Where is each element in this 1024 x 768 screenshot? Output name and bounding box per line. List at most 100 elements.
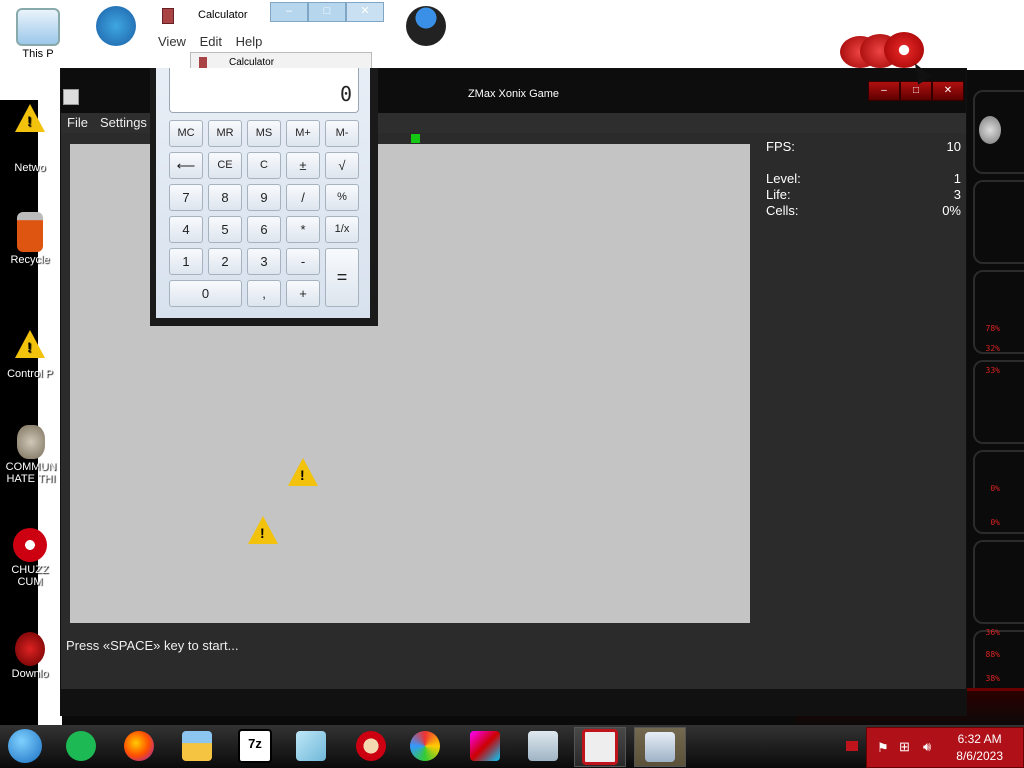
key-6[interactable]: 6 xyxy=(247,216,281,243)
game-bottom-bar xyxy=(61,689,966,715)
desktop-icon-recycle-bin[interactable]: Recycle xyxy=(0,212,60,266)
display-value: 0 xyxy=(339,82,352,106)
taskbar-7zip[interactable]: 7z xyxy=(230,727,280,765)
start-button[interactable] xyxy=(8,729,42,763)
desktop-icon-label: Downlo xyxy=(11,668,49,680)
desktop-icon-network[interactable]: ! Netwo xyxy=(0,104,60,174)
menu-edit[interactable]: Edit xyxy=(200,34,222,49)
warning-icon: ! xyxy=(288,458,318,486)
menu-settings[interactable]: Settings xyxy=(94,113,153,133)
key-equals[interactable]: = xyxy=(325,248,359,307)
minimize-button[interactable]: – xyxy=(868,81,900,101)
panel-segment xyxy=(973,540,1024,624)
key-8[interactable]: 8 xyxy=(208,184,242,211)
download-icon xyxy=(15,632,45,666)
alien-sidebar-panel: 78% 32% 33% 0% 0% 36% 88% 38% xyxy=(965,70,1024,725)
desktop-icon-label: CHUZZ CUM xyxy=(11,564,49,588)
desktop-icon-control-panel[interactable]: ! Control P xyxy=(0,330,60,380)
panel-segment xyxy=(973,180,1024,264)
close-button[interactable]: ✕ xyxy=(932,81,964,101)
monitor-app-icon xyxy=(470,731,500,761)
gauge-percent: 38% xyxy=(985,674,1000,683)
gauge-percent: 88% xyxy=(985,650,1000,659)
key-7[interactable]: 7 xyxy=(169,184,203,211)
desktop-icon-chuzzle[interactable]: CHUZZ CUM xyxy=(0,528,60,588)
menu-file[interactable]: File xyxy=(61,113,94,133)
show-hidden-icons-button[interactable] xyxy=(846,741,858,751)
calculator-window[interactable]: 0 MC MR MS M+ M- ⟵ CE C ± √ 7 8 9 / % 4 … xyxy=(150,68,378,326)
key-ce[interactable]: CE xyxy=(208,152,242,179)
gauge-percent: 78% xyxy=(985,324,1000,333)
maximize-button[interactable]: □ xyxy=(900,81,932,101)
task-manager-icon xyxy=(528,731,558,761)
taskbar-file-explorer[interactable] xyxy=(172,727,222,765)
key-0[interactable]: 0 xyxy=(169,280,242,307)
key-9[interactable]: 9 xyxy=(247,184,281,211)
taskbar-firefox[interactable] xyxy=(114,727,164,765)
taskbar-task-manager[interactable] xyxy=(518,727,568,765)
key-c[interactable]: C xyxy=(247,152,281,179)
taskbar-paint[interactable] xyxy=(400,727,450,765)
desktop-icon-thunderbird[interactable] xyxy=(86,6,146,48)
key-divide[interactable]: / xyxy=(286,184,320,211)
key-decimal[interactable]: , xyxy=(247,280,281,307)
calculator-menu-bar: View Edit Help xyxy=(158,34,272,49)
taskbar: 7z ⚑ ⊞ 🔊︎ 6:32 AM 8/6/2023 xyxy=(0,725,1024,768)
key-mr[interactable]: MR xyxy=(208,120,242,147)
desktop-icon-community[interactable]: COMMUN HATE THI xyxy=(0,425,62,485)
notepad-icon xyxy=(296,731,326,761)
key-m-minus[interactable]: M- xyxy=(325,120,359,147)
file-explorer-icon xyxy=(182,731,212,761)
key-reciprocal[interactable]: 1/x xyxy=(325,216,359,243)
desktop-icon-user[interactable] xyxy=(396,6,456,48)
spotify-icon xyxy=(66,731,96,761)
taskbar-monitor-app[interactable] xyxy=(460,727,510,765)
key-ms[interactable]: MS xyxy=(247,120,281,147)
key-backspace[interactable]: ⟵ xyxy=(169,152,203,179)
key-plus-minus[interactable]: ± xyxy=(286,152,320,179)
minimize-button[interactable]: – xyxy=(270,2,308,22)
calculator-body: 0 MC MR MS M+ M- ⟵ CE C ± √ 7 8 9 / % 4 … xyxy=(156,68,370,318)
key-2[interactable]: 2 xyxy=(208,248,242,275)
fps-value: 10 xyxy=(946,139,961,154)
key-m-plus[interactable]: M+ xyxy=(286,120,320,147)
thunderbird-icon xyxy=(96,6,136,46)
maximize-button[interactable]: □ xyxy=(308,2,346,22)
network-icon[interactable]: ⊞ xyxy=(899,739,910,755)
key-5[interactable]: 5 xyxy=(208,216,242,243)
menu-view[interactable]: View xyxy=(158,34,186,49)
taskbar-calculator[interactable] xyxy=(634,727,686,767)
key-3[interactable]: 3 xyxy=(247,248,281,275)
taskbar-xonix[interactable] xyxy=(574,727,626,767)
volume-icon[interactable]: 🔊︎ xyxy=(923,739,931,755)
key-sqrt[interactable]: √ xyxy=(325,152,359,179)
key-subtract[interactable]: - xyxy=(286,248,320,275)
close-button[interactable]: ✕ xyxy=(346,2,384,22)
warning-icon: ! xyxy=(15,104,45,132)
key-multiply[interactable]: * xyxy=(286,216,320,243)
desktop-icon-label: Netwo xyxy=(14,162,46,174)
key-add[interactable]: + xyxy=(286,280,320,307)
key-percent[interactable]: % xyxy=(325,184,359,211)
clock[interactable]: 6:32 AM 8/6/2023 xyxy=(956,731,1003,765)
money-bag-icon xyxy=(17,425,45,459)
action-center-flag-icon[interactable]: ⚑ xyxy=(877,740,889,756)
desktop-icon-this-pc[interactable]: This P xyxy=(8,8,68,60)
desktop-icon-download[interactable]: Downlo xyxy=(0,632,60,680)
key-mc[interactable]: MC xyxy=(169,120,203,147)
firefox-icon xyxy=(124,731,154,761)
recycle-bin-icon xyxy=(17,212,43,252)
window-controls: – □ ✕ xyxy=(868,81,964,101)
gauge-percent: 33% xyxy=(985,366,1000,375)
menu-help[interactable]: Help xyxy=(236,34,263,49)
gauge-percent: 36% xyxy=(985,628,1000,637)
key-1[interactable]: 1 xyxy=(169,248,203,275)
key-4[interactable]: 4 xyxy=(169,216,203,243)
calculator-icon xyxy=(199,57,207,68)
taskbar-notepad[interactable] xyxy=(286,727,336,765)
taskbar-game[interactable] xyxy=(346,727,396,765)
monitor-icon xyxy=(16,8,60,46)
status-text: Press «SPACE» key to start... xyxy=(66,638,239,653)
gauge-percent: 32% xyxy=(985,344,1000,353)
taskbar-spotify[interactable] xyxy=(56,727,106,765)
